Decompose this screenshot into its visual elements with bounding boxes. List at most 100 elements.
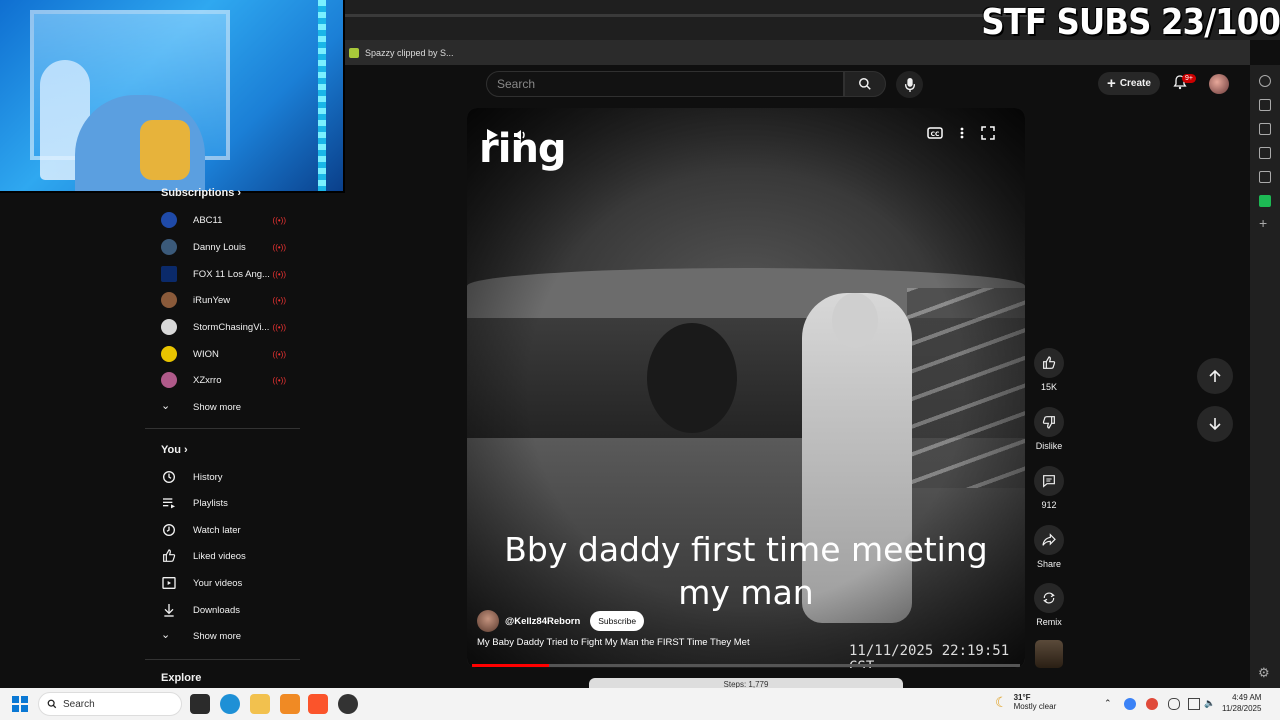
sound-thumbnail[interactable] <box>1035 640 1063 668</box>
tray-app-icon[interactable] <box>1124 698 1136 710</box>
network-icon[interactable] <box>1188 698 1200 710</box>
settings-gear-icon[interactable]: ⚙ <box>1258 665 1270 681</box>
live-icon: ((•)) <box>272 242 286 252</box>
comment-count: 912 <box>1041 500 1057 510</box>
share-label: Share <box>1036 559 1062 569</box>
file-explorer-icon[interactable] <box>250 694 270 714</box>
chevron-down-icon: ⌄ <box>161 400 171 412</box>
more-options-icon[interactable] <box>959 126 965 140</box>
channel-info: @Kellz84Reborn Subscribe <box>477 610 645 632</box>
sidebar-item-watch-later[interactable]: Watch later <box>161 520 286 540</box>
next-short-button[interactable] <box>1197 406 1233 442</box>
video-caption-overlay: Bby daddy first time meeting my man <box>504 530 988 612</box>
captions-icon[interactable]: CC <box>927 126 943 140</box>
create-button[interactable]: + Create <box>1098 72 1160 95</box>
volume-icon[interactable]: 🔈 <box>1204 698 1216 710</box>
app-icon[interactable] <box>280 694 300 714</box>
search-icon <box>47 699 57 709</box>
divider <box>145 659 300 660</box>
taskbar-search[interactable]: Search <box>38 692 182 716</box>
windows-start-icon[interactable] <box>12 696 28 712</box>
comment-icon <box>1043 475 1055 488</box>
sidebar-item-irunyew[interactable]: iRunYew ((•)) <box>161 290 286 310</box>
live-icon: ((•)) <box>272 375 286 385</box>
voice-search-button[interactable] <box>896 71 923 98</box>
add-icon[interactable]: + <box>1259 215 1267 231</box>
history-icon <box>163 471 175 483</box>
video-title[interactable]: My Baby Daddy Tried to Fight My Man the … <box>477 637 750 648</box>
tray-app-icon[interactable] <box>1146 698 1158 710</box>
share-button[interactable]: Share <box>1034 525 1064 569</box>
previous-short-button[interactable] <box>1197 358 1233 394</box>
sidebar-item-history[interactable]: History <box>161 467 286 487</box>
subscribe-button[interactable]: Subscribe <box>590 611 645 631</box>
sidebar-item-stormchasing[interactable]: StormChasingVi... ((•)) <box>161 317 286 337</box>
show-more-you[interactable]: ⌄ Show more <box>161 626 286 646</box>
your-videos-icon <box>162 577 176 589</box>
left-sidebar: Subscriptions › ABC11 ((•)) Danny Louis((… <box>145 185 300 688</box>
show-more-subscriptions[interactable]: ⌄ Show more <box>161 397 286 417</box>
shorts-video-player[interactable]: ring CC Bby daddy first time meeting my … <box>467 108 1025 668</box>
edge-icon[interactable] <box>220 694 240 714</box>
tab-favicon-icon <box>349 47 359 58</box>
brave-icon[interactable] <box>308 694 328 714</box>
chevron-up-icon[interactable]: ⌃ <box>1104 698 1116 710</box>
microphone-icon[interactable] <box>1168 698 1180 710</box>
save-icon[interactable] <box>1259 147 1271 159</box>
next-short-preview[interactable]: Steps: 1,779 <box>589 678 903 688</box>
playlists-icon <box>163 498 175 509</box>
obs-icon[interactable] <box>338 694 358 714</box>
search-button[interactable] <box>844 71 886 97</box>
thumbs-up-icon <box>1043 356 1056 369</box>
search-input[interactable]: Search <box>486 71 844 97</box>
dislike-button[interactable]: Dislike <box>1034 407 1064 451</box>
screen-icon[interactable] <box>1259 99 1271 111</box>
channel-name[interactable]: @Kellz84Reborn <box>505 616 580 627</box>
divider <box>145 428 300 429</box>
task-view-icon[interactable] <box>190 694 210 714</box>
live-icon: ((•)) <box>272 322 286 332</box>
sidebar-item-downloads[interactable]: Downloads <box>161 600 286 620</box>
remix-button[interactable]: Remix <box>1034 583 1064 627</box>
like-count: 15K <box>1040 382 1057 392</box>
dislike-label: Dislike <box>1035 441 1063 451</box>
avatar[interactable] <box>1209 74 1229 94</box>
watch-later-icon <box>163 524 175 536</box>
play-icon[interactable] <box>485 128 499 142</box>
wallet-icon[interactable] <box>1259 123 1271 135</box>
channel-avatar-icon <box>161 372 177 388</box>
sidebar-item-xzxrro[interactable]: XZxrro ((•)) <box>161 370 286 390</box>
browser-tab[interactable]: Spazzy clipped by S... <box>345 40 1250 65</box>
explore-heading: Explore <box>161 672 202 684</box>
channel-avatar-icon <box>161 239 177 255</box>
moon-icon: ☾ <box>995 693 1008 710</box>
thumbs-up-icon <box>163 549 176 562</box>
sidebar-item-danny-louis[interactable]: Danny Louis ((•)) <box>161 237 286 257</box>
reader-icon[interactable] <box>1259 171 1271 183</box>
remix-icon <box>1043 592 1055 604</box>
chevron-down-icon: ⌄ <box>161 629 171 641</box>
weather-widget[interactable]: ☾ 31°F Mostly clear <box>995 693 1056 711</box>
kick-icon[interactable] <box>1259 195 1271 207</box>
fullscreen-icon[interactable] <box>981 126 995 140</box>
comments-button[interactable]: 912 <box>1034 466 1064 510</box>
channel-avatar[interactable] <box>477 610 499 632</box>
sidebar-item-playlists[interactable]: Playlists <box>161 493 286 513</box>
you-heading[interactable]: You › <box>161 444 188 456</box>
subscriptions-heading[interactable]: Subscriptions › <box>161 187 241 199</box>
windows-taskbar: Search ☾ 31°F Mostly clear ⌃ 🔈 4:49 AM 11… <box>0 688 1280 720</box>
sidebar-item-abc11[interactable]: ABC11 ((•)) <box>161 210 286 230</box>
video-progress-bar[interactable] <box>472 664 1020 667</box>
sidebar-item-wion[interactable]: WION ((•)) <box>161 344 286 364</box>
volume-icon[interactable] <box>513 128 527 142</box>
sidebar-item-liked-videos[interactable]: Liked videos <box>161 546 286 566</box>
copilot-icon[interactable] <box>1259 75 1271 87</box>
taskbar-clock[interactable]: 4:49 AM 11/28/2025 <box>1222 692 1261 714</box>
sidebar-item-fox11[interactable]: FOX 11 Los Ang... ((•)) <box>161 264 286 284</box>
svg-text:CC: CC <box>931 131 940 138</box>
like-button[interactable]: 15K <box>1034 348 1064 392</box>
sidebar-item-your-videos[interactable]: Your videos <box>161 573 286 593</box>
arrow-up-icon <box>1209 369 1221 382</box>
live-icon: ((•)) <box>272 215 286 225</box>
search-icon <box>859 78 871 90</box>
